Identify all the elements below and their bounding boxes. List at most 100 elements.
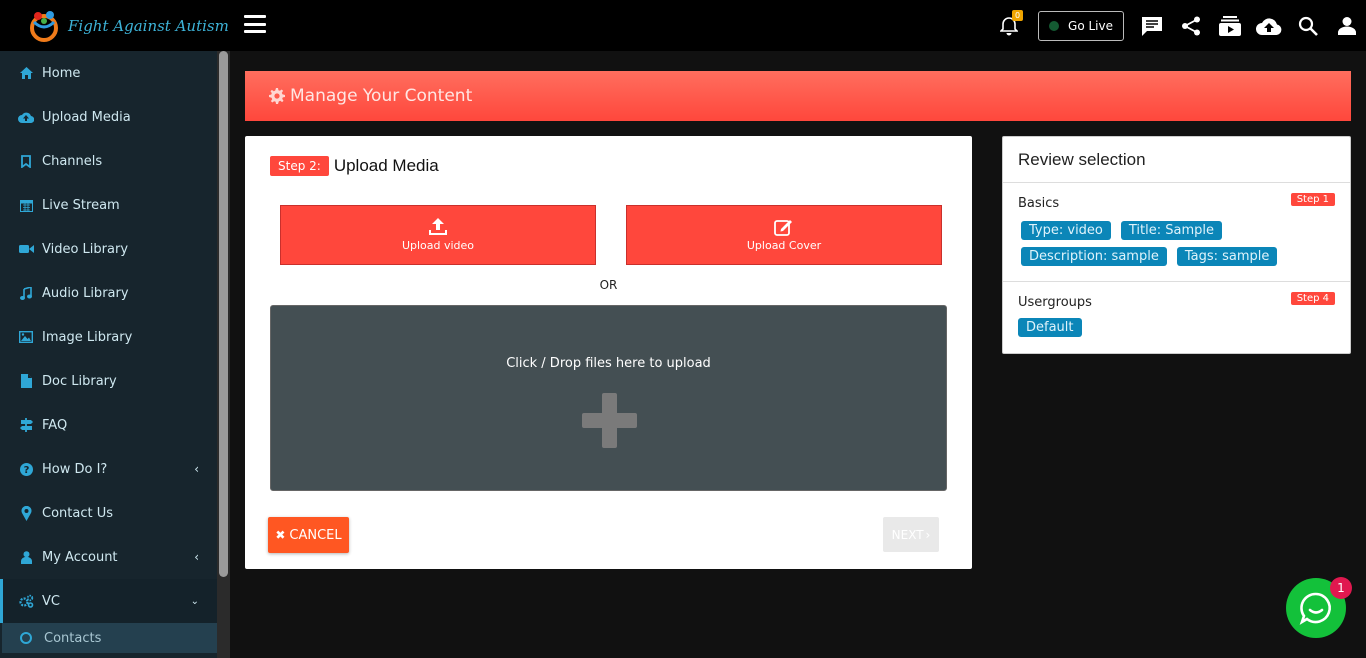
account-button[interactable] [1327, 0, 1366, 51]
sidebar-item-label: Doc Library [42, 373, 117, 389]
messages-button[interactable] [1132, 0, 1171, 51]
subscriptions-button[interactable] [1210, 0, 1249, 51]
chevron-right-icon: › [925, 527, 931, 542]
step-header: Step 2: Upload Media [270, 156, 439, 176]
plus-icon [582, 393, 637, 448]
tag: Title: Sample [1120, 221, 1223, 240]
sidebar-item-video-library[interactable]: Video Library [0, 227, 217, 271]
edit-icon [774, 220, 792, 236]
sidebar-item-image-library[interactable]: Image Library [0, 315, 217, 359]
chevron-left-icon: ‹ [194, 550, 199, 564]
document-icon [18, 373, 34, 389]
sidebar-item-label: Image Library [42, 329, 133, 345]
chat-icon [1141, 16, 1162, 36]
upload-icon [429, 218, 447, 235]
notification-count-badge: 0 [1012, 10, 1024, 21]
upload-cover-label: Upload Cover [746, 239, 822, 252]
logo-icon [30, 10, 58, 42]
page-title: Manage Your Content [290, 86, 473, 106]
music-note-icon [18, 285, 34, 301]
step-badge: Step 1 [1290, 193, 1335, 206]
section-title: Usergroups [1018, 295, 1092, 310]
cancel-label: CANCEL [289, 527, 342, 543]
top-icons: 0 Go Live [989, 0, 1366, 51]
live-status-dot [1049, 20, 1060, 31]
share-button[interactable] [1171, 0, 1210, 51]
calendar-icon [18, 197, 34, 213]
question-circle-icon: ? [18, 461, 34, 477]
image-icon [18, 329, 34, 345]
next-label: NEXT [891, 527, 924, 542]
cancel-button[interactable]: ✖ CANCEL [268, 517, 349, 553]
upload-video-button[interactable]: Upload video [280, 205, 596, 265]
svg-text:?: ? [23, 465, 29, 476]
sidebar-scrollbar-thumb[interactable] [219, 51, 228, 577]
cogs-icon [18, 593, 34, 609]
sidebar: Fight Against Autism Home Upload Media C… [0, 0, 230, 658]
tag: Tags: sample [1176, 247, 1278, 266]
dropzone-text: Click / Drop files here to upload [506, 356, 711, 371]
notifications-button[interactable]: 0 [989, 0, 1028, 51]
next-button[interactable]: NEXT › [883, 517, 939, 552]
brand-name: Fight Against Autism [68, 16, 229, 35]
sidebar-item-label: Live Stream [42, 197, 120, 213]
hamburger-menu-icon[interactable] [244, 15, 266, 33]
sidebar-item-label: How Do I? [42, 461, 108, 477]
user-icon [18, 549, 34, 565]
sidebar-item-faq[interactable]: FAQ [0, 403, 217, 447]
sidebar-subitem-label: Contacts [44, 630, 102, 646]
go-live-button[interactable]: Go Live [1038, 10, 1124, 41]
sidebar-subitem-contacts[interactable]: Contacts [2, 623, 217, 653]
review-section-basics: Basics Step 1 Type: video Title: Sample … [1003, 183, 1350, 282]
bookmark-icon [18, 153, 34, 169]
step-badge: Step 2: [270, 156, 329, 176]
upload-button[interactable] [1249, 0, 1288, 51]
map-marker-icon [18, 505, 34, 521]
sidebar-item-label: Channels [42, 153, 103, 169]
sidebar-item-doc-library[interactable]: Doc Library [0, 359, 217, 403]
sidebar-item-audio-library[interactable]: Audio Library [0, 271, 217, 315]
review-title: Review selection [1003, 137, 1350, 183]
sidebar-item-vc[interactable]: VC ⌄ [0, 579, 217, 623]
usergroup-tags: Default [1018, 318, 1335, 344]
review-panel: Review selection Basics Step 1 Type: vid… [1002, 136, 1351, 354]
go-live-label: Go Live [1068, 18, 1113, 33]
basics-tags: Type: video Title: Sample Description: s… [1018, 221, 1335, 273]
sidebar-item-contact-us[interactable]: Contact Us [0, 491, 217, 535]
section-title: Basics [1018, 196, 1060, 211]
chat-unread-badge: 1 [1330, 577, 1352, 599]
chat-bubble-icon [1299, 592, 1331, 625]
cloud-upload-icon [18, 109, 34, 125]
sidebar-item-label: FAQ [42, 417, 68, 433]
sidebar-item-upload-media[interactable]: Upload Media [0, 95, 217, 139]
upload-card: Step 2: Upload Media Upload video Upload… [245, 136, 972, 569]
review-section-usergroups: Usergroups Step 4 Default [1003, 282, 1350, 344]
sidebar-item-how-do-i[interactable]: ? How Do I? ‹ [0, 447, 217, 491]
sidebar-item-channels[interactable]: Channels [0, 139, 217, 183]
signpost-icon [18, 417, 34, 433]
chevron-down-icon: ⌄ [190, 595, 199, 607]
share-icon [1181, 16, 1200, 35]
sidebar-nav: Home Upload Media Channels Live Stream V… [0, 51, 217, 658]
sidebar-item-label: VC [42, 593, 60, 609]
tag: Description: sample [1021, 247, 1167, 266]
sidebar-item-label: Audio Library [42, 285, 129, 301]
chevron-left-icon: ‹ [194, 462, 199, 476]
file-dropzone[interactable]: Click / Drop files here to upload [270, 305, 947, 491]
search-button[interactable] [1288, 0, 1327, 51]
subscriptions-icon [1218, 15, 1241, 36]
home-icon [18, 65, 34, 81]
sidebar-item-label: Home [42, 65, 81, 81]
sidebar-item-home[interactable]: Home [0, 51, 217, 95]
step-title: Upload Media [333, 156, 439, 175]
video-camera-icon [18, 241, 34, 257]
logo[interactable]: Fight Against Autism [0, 0, 230, 51]
sidebar-scrollbar[interactable] [217, 51, 230, 658]
upload-cover-button[interactable]: Upload Cover [626, 205, 942, 265]
tag: Type: video [1021, 221, 1111, 240]
sidebar-item-live-stream[interactable]: Live Stream [0, 183, 217, 227]
gear-icon [269, 88, 285, 104]
page-banner: Manage Your Content [245, 71, 1351, 121]
circle-icon [20, 632, 32, 644]
sidebar-item-my-account[interactable]: My Account ‹ [0, 535, 217, 579]
